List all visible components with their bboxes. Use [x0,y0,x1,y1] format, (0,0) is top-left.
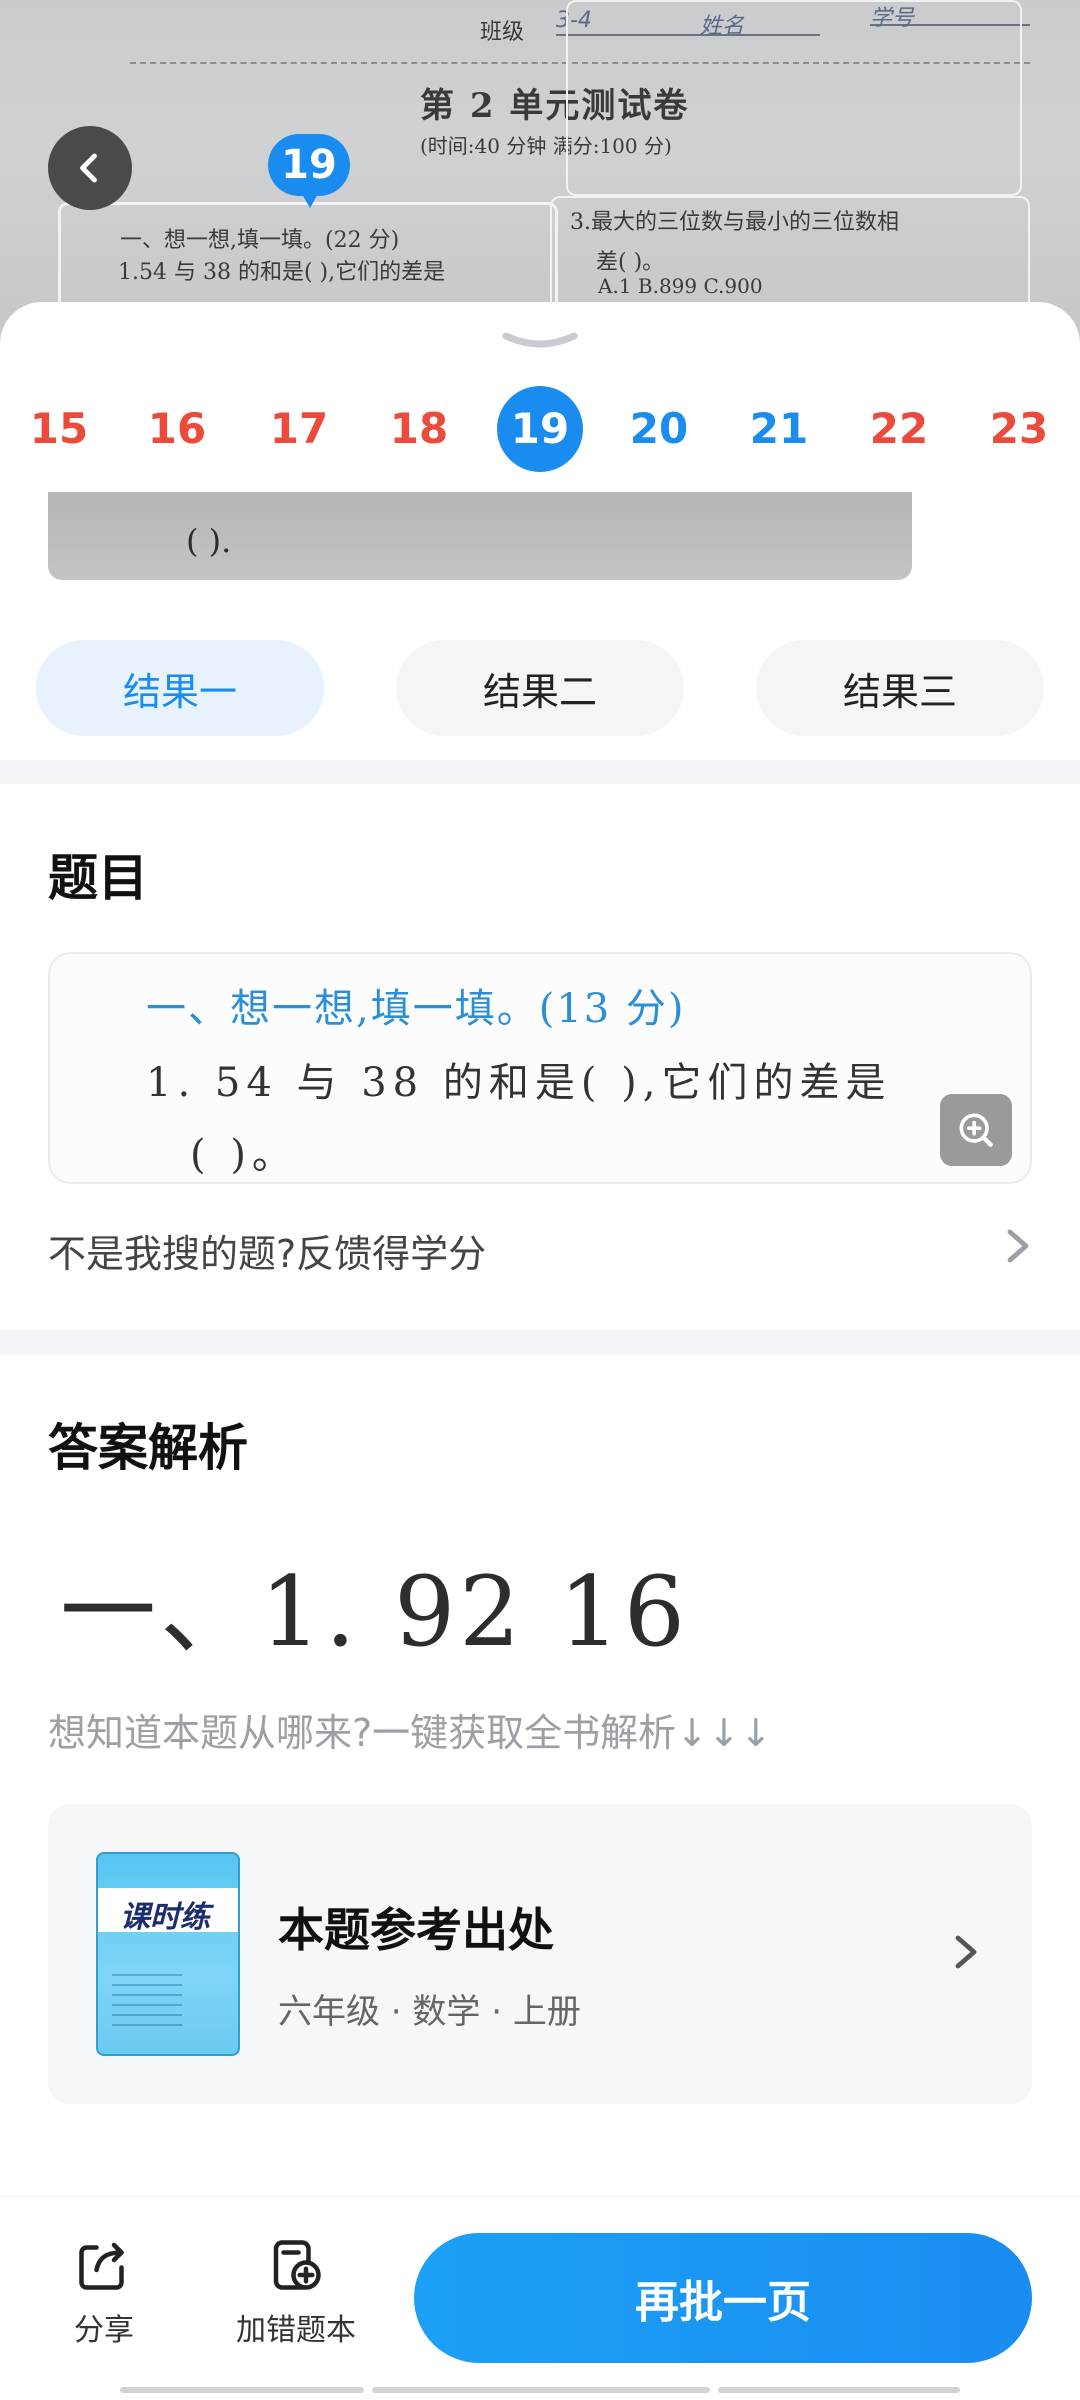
book-source-card[interactable]: 课时练 本题参考出处 六年级 · 数学 · 上册 [48,1804,1032,2104]
answer-image: 一、1. 92 16 [60,1556,689,1668]
question-number-16[interactable]: 16 [134,386,220,472]
zoom-button[interactable] [940,1094,1012,1166]
source-title: 本题参考出处 [278,1903,554,1957]
feedback-label: 不是我搜的题?反馈得学分 [48,1231,487,1276]
section-divider [0,760,1080,784]
chevron-right-icon [1004,1226,1032,1275]
question-image-card[interactable]: 一、想一想,填一填。(13 分) 1. 54 与 38 的和是( ),它们的差是… [48,952,1032,1184]
page-indicator [120,2387,960,2393]
share-label: 分享 [74,2313,134,2348]
photo-header-label: 班级 [480,20,525,45]
question-heading: 一、想一想,填一填。(13 分) [146,986,686,1032]
tab-result-1[interactable]: 结果一 [36,640,324,736]
question-number-15[interactable]: 15 [16,386,102,472]
result-sheet: 15 16 17 18 19 20 21 22 23 ( ). 结果一 结果二 … [0,302,1080,2202]
tab-result-2[interactable]: 结果二 [396,640,684,736]
question-marker[interactable]: 19 [268,134,350,208]
chevron-left-icon [80,153,97,183]
bottom-action-bar: 分享 加错题本 再批一页 [0,2196,1080,2400]
chevron-right-icon [952,1932,980,1976]
question-text: 1. 54 与 38 的和是( ),它们的差是 [146,1060,892,1106]
page-indicator-seg [372,2387,710,2393]
question-number-21[interactable]: 21 [736,386,822,472]
source-meta: 六年级 · 数学 · 上册 [278,1992,581,2032]
chevron-down-icon [502,332,578,348]
add-wrong-book-label: 加错题本 [236,2313,356,2348]
back-button[interactable] [48,126,132,210]
question-number-23[interactable]: 23 [976,386,1062,472]
zoom-in-icon [959,1113,993,1147]
question-number-20[interactable]: 20 [616,386,702,472]
source-hint-text: 想知道本题从哪来?一键获取全书解析↓↓↓ [48,1711,772,1755]
feedback-link[interactable]: 不是我搜的题?反馈得学分 [48,1220,1032,1280]
page-indicator-seg [718,2387,960,2393]
question-number-17[interactable]: 17 [256,386,342,472]
add-wrong-book-button[interactable]: 加错题本 [236,2235,356,2349]
book-cover-title: 课时练 [120,1900,210,1935]
page-indicator-seg [120,2387,364,2393]
question-number-18[interactable]: 18 [376,386,462,472]
question-section-title: 题目 [48,849,148,907]
question-number-19[interactable]: 19 [497,386,583,472]
question-number-22[interactable]: 22 [856,386,942,472]
tab-result-3[interactable]: 结果三 [756,640,1044,736]
question-crop-image: ( ). [48,492,912,580]
answer-section-title: 答案解析 [48,1419,248,1477]
share-icon [79,2242,124,2290]
notebook-add-icon [273,2240,321,2290]
share-button[interactable]: 分享 [74,2235,134,2349]
photo-question-box[interactable] [566,0,1022,196]
question-text-cont: ( )。 [190,1132,298,1178]
section-divider [0,1330,1080,1354]
book-cover-image: 课时练 [96,1852,240,2056]
next-page-button[interactable]: 再批一页 [414,2233,1032,2363]
sheet-handle[interactable] [500,330,580,354]
book-cover-text-lines [112,1974,182,2034]
result-tabs: 结果一 结果二 结果三 [36,640,1044,736]
question-number-strip: 15 16 17 18 19 20 21 22 23 [0,386,1080,476]
